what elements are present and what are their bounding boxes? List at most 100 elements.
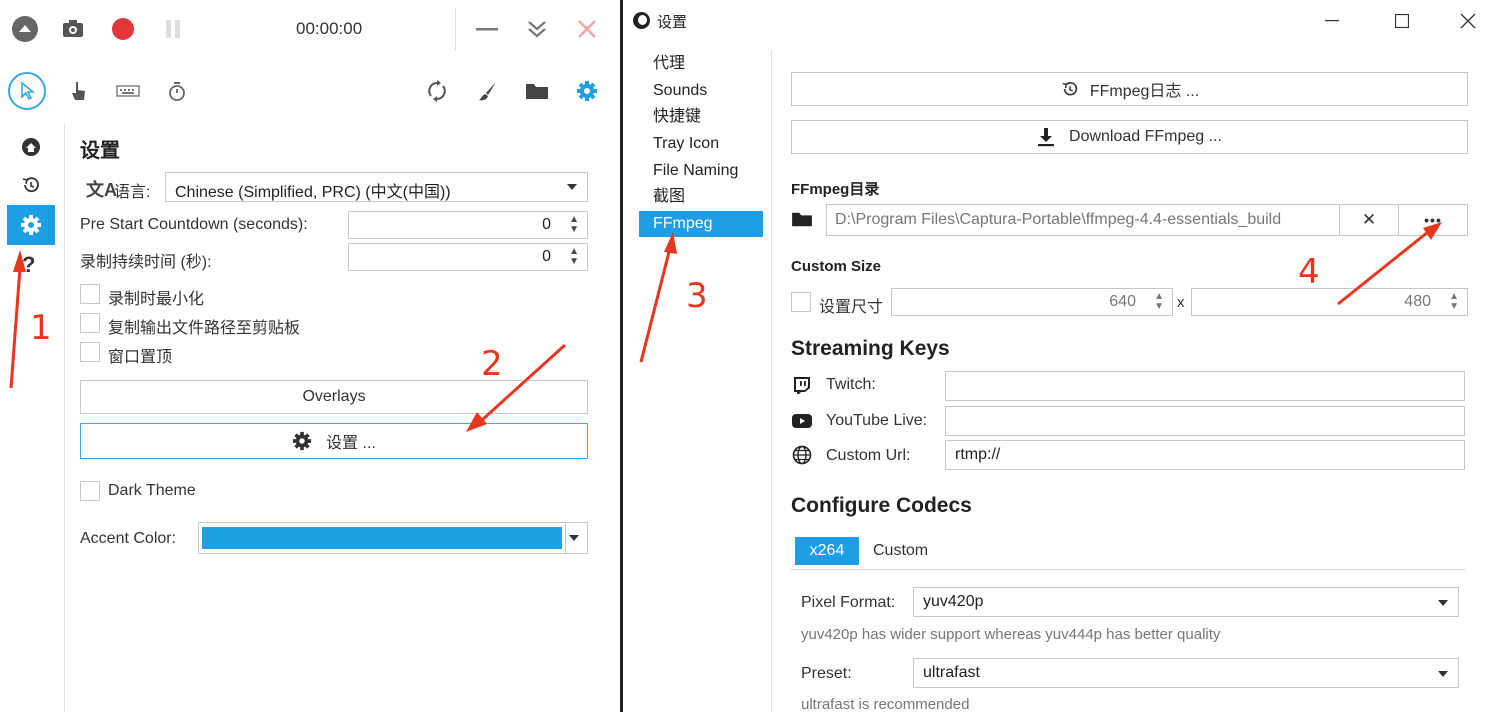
- window-maximize-icon[interactable]: [1389, 8, 1415, 34]
- nav-item-sounds[interactable]: Sounds: [639, 78, 763, 104]
- ffmpeg-dir-input[interactable]: D:\Program Files\Captura-Portable\ffmpeg…: [826, 204, 1340, 236]
- language-value: Chinese (Simplified, PRC) (中文(中国)): [175, 184, 451, 201]
- hand-click-icon[interactable]: [66, 78, 92, 104]
- home-icon[interactable]: [18, 134, 44, 160]
- codec-tab-custom[interactable]: Custom: [873, 542, 928, 560]
- accent-color-picker[interactable]: [198, 522, 588, 554]
- nav-item-screenshot[interactable]: 截图: [639, 184, 763, 210]
- close-icon[interactable]: [574, 16, 600, 42]
- nav-item-hotkeys[interactable]: 快捷键: [639, 104, 763, 130]
- folder-icon: [791, 208, 813, 230]
- configure-codecs-title: Configure Codecs: [791, 494, 972, 517]
- camera-icon[interactable]: [60, 16, 86, 42]
- dark-theme-checkbox[interactable]: [80, 481, 100, 501]
- stepper-icon[interactable]: ▲ ▼: [1154, 292, 1164, 312]
- ffmpeg-dir-label: FFmpeg目录: [791, 181, 880, 198]
- history-icon: [1062, 82, 1077, 96]
- twitch-label: Twitch:: [826, 376, 876, 393]
- width-value: 640: [1109, 293, 1136, 310]
- double-chevron-down-icon[interactable]: [524, 16, 550, 42]
- nav-item-ffmpeg[interactable]: FFmpeg: [639, 211, 763, 237]
- youtube-key-input[interactable]: [945, 406, 1465, 436]
- codec-tab-x264[interactable]: x264: [795, 537, 859, 565]
- set-size-label: 设置尺寸: [819, 299, 884, 316]
- folder-icon[interactable]: [524, 78, 550, 104]
- width-input[interactable]: 640 ▲ ▼: [891, 288, 1173, 316]
- chevron-down-icon: [1438, 600, 1448, 606]
- chevron-down-icon: [569, 535, 579, 541]
- refresh-icon[interactable]: [424, 78, 450, 104]
- record-icon[interactable]: [112, 18, 134, 40]
- timer-icon[interactable]: [164, 78, 190, 104]
- twitch-key-input[interactable]: [945, 371, 1465, 401]
- settings-title: 设置: [80, 140, 120, 162]
- accent-color-label: Accent Color:: [80, 530, 177, 547]
- chevron-down-icon: [1438, 671, 1448, 677]
- annotation-number: 4: [1298, 252, 1320, 292]
- download-ffmpeg-label: Download FFmpeg ...: [1069, 128, 1222, 145]
- pixel-format-label: Pixel Format:: [801, 594, 896, 611]
- custom-url-input[interactable]: rtmp://: [945, 440, 1465, 470]
- nav-divider: [771, 50, 772, 712]
- nav-item-file-naming[interactable]: File Naming: [639, 158, 763, 184]
- duration-label: 录制持续时间 (秒):: [80, 254, 212, 271]
- download-ffmpeg-button[interactable]: Download FFmpeg ...: [791, 120, 1468, 154]
- accent-color-swatch: [202, 527, 562, 549]
- clear-dir-button[interactable]: ✕: [1339, 204, 1399, 236]
- brush-icon[interactable]: [474, 78, 500, 104]
- pixel-format-hint: yuv420p has wider support whereas yuv444…: [801, 626, 1221, 643]
- duration-value: 0: [542, 248, 551, 265]
- streaming-keys-title: Streaming Keys: [791, 337, 950, 360]
- annotation-number: 1: [30, 308, 52, 348]
- pixel-format-select[interactable]: yuv420p: [913, 587, 1459, 617]
- countdown-label: Pre Start Countdown (seconds):: [80, 216, 308, 233]
- custom-url-value: rtmp://: [955, 446, 1001, 463]
- countdown-value: 0: [542, 216, 551, 233]
- settings-window: 设置 代理 Sounds 快捷键 Tray Icon File Naming 截…: [620, 0, 1496, 712]
- history-icon[interactable]: [18, 172, 44, 198]
- minimize-on-record-checkbox[interactable]: [80, 284, 100, 304]
- height-value: 480: [1404, 293, 1431, 310]
- gear-icon: [293, 431, 312, 451]
- settings-button-label: 设置 ...: [326, 435, 376, 452]
- side-nav-settings[interactable]: [7, 205, 55, 245]
- ffmpeg-log-button[interactable]: FFmpeg日志 ...: [791, 72, 1468, 106]
- browse-dir-button[interactable]: •••: [1398, 204, 1468, 236]
- preset-select[interactable]: ultrafast: [913, 658, 1459, 688]
- nav-item-tray-icon[interactable]: Tray Icon: [639, 131, 763, 157]
- height-input[interactable]: 480 ▲ ▼: [1191, 288, 1468, 316]
- set-size-checkbox[interactable]: [791, 292, 811, 312]
- chevron-down-icon: [567, 184, 577, 190]
- stepper-icon[interactable]: ▲ ▼: [569, 247, 579, 267]
- nav-item-proxy[interactable]: 代理: [639, 51, 763, 77]
- pixel-format-value: yuv420p: [923, 593, 984, 610]
- size-times-label: x: [1177, 294, 1185, 311]
- stepper-icon[interactable]: ▲ ▼: [1449, 292, 1459, 312]
- settings-gear-icon[interactable]: [574, 78, 600, 104]
- minimize-icon[interactable]: [474, 16, 500, 42]
- side-nav-divider: [64, 124, 65, 712]
- keyboard-icon[interactable]: [114, 78, 142, 104]
- ffmpeg-log-label: FFmpeg日志 ...: [1089, 83, 1200, 100]
- pause-icon[interactable]: [160, 16, 186, 42]
- window-minimize-icon[interactable]: [1319, 8, 1345, 34]
- picker-divider: [565, 523, 566, 553]
- app-icon: [633, 12, 650, 29]
- language-select[interactable]: Chinese (Simplified, PRC) (中文(中国)): [165, 172, 588, 202]
- download-icon: [1038, 128, 1055, 147]
- dark-theme-label: Dark Theme: [108, 482, 196, 499]
- collapse-icon[interactable]: [12, 16, 38, 42]
- copy-path-checkbox[interactable]: [80, 313, 100, 333]
- settings-button[interactable]: 设置 ...: [80, 423, 588, 459]
- help-icon[interactable]: ?: [22, 252, 35, 278]
- stepper-icon[interactable]: ▲ ▼: [569, 215, 579, 235]
- youtube-icon: [791, 410, 813, 432]
- cursor-select-icon[interactable]: [8, 72, 46, 110]
- overlays-button[interactable]: Overlays: [80, 380, 588, 414]
- always-on-top-checkbox[interactable]: [80, 342, 100, 362]
- duration-input[interactable]: 0 ▲ ▼: [348, 243, 588, 271]
- window-close-icon[interactable]: [1455, 8, 1481, 34]
- custom-url-label: Custom Url:: [826, 447, 911, 464]
- translate-icon: 文A: [86, 180, 117, 200]
- countdown-input[interactable]: 0 ▲ ▼: [348, 211, 588, 239]
